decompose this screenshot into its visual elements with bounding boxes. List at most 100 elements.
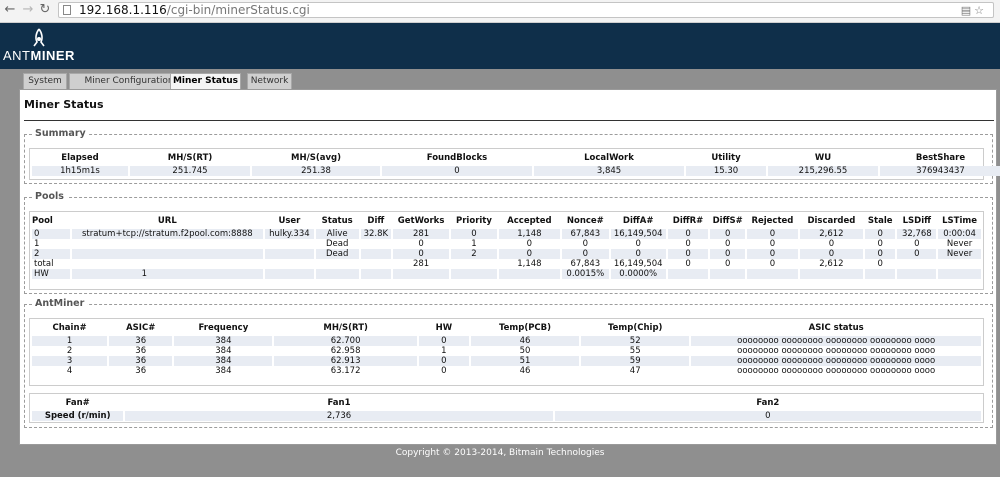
summary-header: Elapsed (61, 152, 99, 163)
pool-cell: 67,843 (561, 229, 609, 239)
pool-row: 2 Dead 0 2 0 0 0 0 0 0 0 0 0 Never (32, 249, 981, 259)
pool-cell: 1 (32, 239, 70, 249)
chain-cell: 51 (470, 356, 580, 366)
bookmark-star-icon[interactable]: ▤☆ (961, 3, 987, 18)
chain-cell: 1 (418, 346, 469, 356)
pool-cell (710, 269, 745, 279)
pool-cell (799, 269, 863, 279)
chain-cell: 59 (581, 356, 690, 366)
chains-header: ASIC status (808, 322, 864, 333)
pool-row: total 281 1,148 67,843 16,149,504 0 0 0 2,612 0 (32, 259, 981, 269)
pool-cell (667, 269, 709, 279)
pool-cell (360, 239, 392, 249)
pool-cell: 2 (32, 249, 70, 259)
chain-cell: 4 (32, 366, 108, 376)
chain-cell: 384 (174, 366, 273, 376)
pool-cell (451, 259, 497, 269)
address-text[interactable]: 192.168.1.116/cgi-bin/minerStatus.cgi (79, 3, 310, 18)
pools-table: Pool URL User Status Diff GetWorks Prior… (30, 212, 983, 279)
fans-table: Fan# Fan1 Fan2 Speed (r/min) 2,736 0 (30, 394, 983, 421)
pool-cell: 0 (393, 249, 450, 259)
pool-cell (360, 259, 392, 269)
chain-row: 3 36 384 62.913 0 51 59 oooooooo oooooooo ooooo… (32, 356, 981, 366)
pool-cell: 0 (710, 229, 745, 239)
pool-cell: 0 (864, 249, 896, 259)
asic-status-cell: oooooooo oooooooo oooooooo oooooooo oooo (691, 346, 981, 356)
back-arrow-icon[interactable]: ← (3, 3, 17, 17)
pool-cell: 0 (746, 259, 798, 269)
pools-header: URL (157, 215, 177, 226)
pool-cell (264, 259, 314, 269)
asic-status-cell: oooooooo oooooooo oooooooo oooooooo oooo (691, 356, 981, 366)
url-host: 192.168.1.116 (79, 3, 167, 17)
pool-cell: 1,148 (498, 229, 560, 239)
pool-cell: 0 (32, 229, 70, 239)
pool-cell: stratum+tcp://stratum.f2pool.com:8888 (71, 229, 263, 239)
fan2-speed: 0 (554, 411, 981, 421)
fans-header: Fan1 (327, 397, 351, 408)
tab-network[interactable]: Network (247, 73, 292, 89)
summary-header: MH/S(avg) (291, 152, 341, 163)
pool-cell: 1,148 (498, 259, 560, 269)
chain-cell: 46 (470, 366, 580, 376)
pool-cell (938, 269, 981, 279)
pool-cell: 0 (864, 259, 896, 269)
browser-toolbar: ← → ↻ 192.168.1.116/cgi-bin/minerStatus.… (0, 0, 1000, 23)
pool-cell: 0 (710, 239, 745, 249)
reload-icon[interactable]: ↻ (38, 3, 52, 17)
pool-cell: Never (938, 249, 981, 259)
chain-row: 2 36 384 62.958 1 50 55 oooooooo oooooooo ooooo… (32, 346, 981, 356)
pool-cell: 0 (451, 229, 497, 239)
pool-cell: 0 (746, 239, 798, 249)
chains-table-box: Chain# ASIC# Frequency MH/S(RT) HW Temp(… (29, 318, 984, 386)
pool-cell: 0 (498, 239, 560, 249)
pool-cell: 0 (667, 249, 709, 259)
title-divider (24, 120, 994, 121)
pool-cell: HW (32, 269, 70, 279)
pool-cell (71, 259, 263, 269)
pool-cell (360, 269, 392, 279)
pools-header: Priority (456, 215, 492, 226)
pool-cell (393, 269, 450, 279)
main-panel: Miner Status Summary Elapsed MH/S(RT) MH… (19, 89, 1000, 445)
summary-cell: 376943437 (880, 166, 1000, 176)
chain-cell: 50 (470, 346, 580, 356)
forward-arrow-icon[interactable]: → (21, 3, 35, 17)
summary-row: 1h15m1s 251.745 251.38 0 3,845 15.30 215… (32, 166, 1000, 176)
pools-header: Diff (367, 215, 385, 226)
address-bar[interactable]: 192.168.1.116/cgi-bin/minerStatus.cgi ▤☆ (58, 2, 994, 18)
pool-cell: 32.8K (360, 229, 392, 239)
antminer-fieldset: AntMiner Chain# ASIC# Frequency MH/S(RT)… (24, 298, 993, 428)
chain-cell: 55 (581, 346, 690, 356)
chain-cell: 36 (109, 336, 173, 346)
summary-table: Elapsed MH/S(RT) MH/S(avg) FoundBlocks L… (30, 149, 1000, 176)
chains-body: 1 36 384 62.700 0 46 52 oooooooo oooooooo ooooo… (32, 336, 981, 376)
pool-cell: 281 (393, 229, 450, 239)
pool-cell: 0 (864, 229, 896, 239)
tab-miner-status[interactable]: Miner Status (170, 73, 241, 90)
pool-cell: 0 (561, 239, 609, 249)
pool-cell (360, 249, 392, 259)
chains-table: Chain# ASIC# Frequency MH/S(RT) HW Temp(… (30, 319, 983, 376)
chains-header: Chain# (52, 322, 87, 333)
footer-copyright: Copyright © 2013-2014, Bitmain Technolog… (395, 448, 605, 458)
fan-speed-label: Speed (r/min) (32, 411, 124, 421)
pool-cell: Never (938, 239, 981, 249)
fans-table-box: Fan# Fan1 Fan2 Speed (r/min) 2,736 0 (29, 393, 984, 423)
pools-header: Rejected (751, 215, 794, 226)
chain-cell: 0 (418, 356, 469, 366)
pool-cell: 0:00:04 (938, 229, 981, 239)
summary-cell: 3,845 (534, 166, 684, 176)
chain-cell: 0 (418, 366, 469, 376)
tab-system[interactable]: System (23, 73, 67, 89)
pool-cell (897, 259, 937, 269)
pool-cell (451, 269, 497, 279)
logo-text: ANTMINER (3, 48, 75, 63)
chain-cell: 3 (32, 356, 108, 366)
summary-legend: Summary (32, 128, 89, 139)
pool-cell (864, 269, 896, 279)
summary-header: BestShare (915, 152, 966, 163)
pool-cell (315, 269, 359, 279)
chains-header: Temp(Chip) (607, 322, 663, 333)
chain-row: 4 36 384 63.172 0 46 47 oooooooo oooooooo ooooo… (32, 366, 981, 376)
